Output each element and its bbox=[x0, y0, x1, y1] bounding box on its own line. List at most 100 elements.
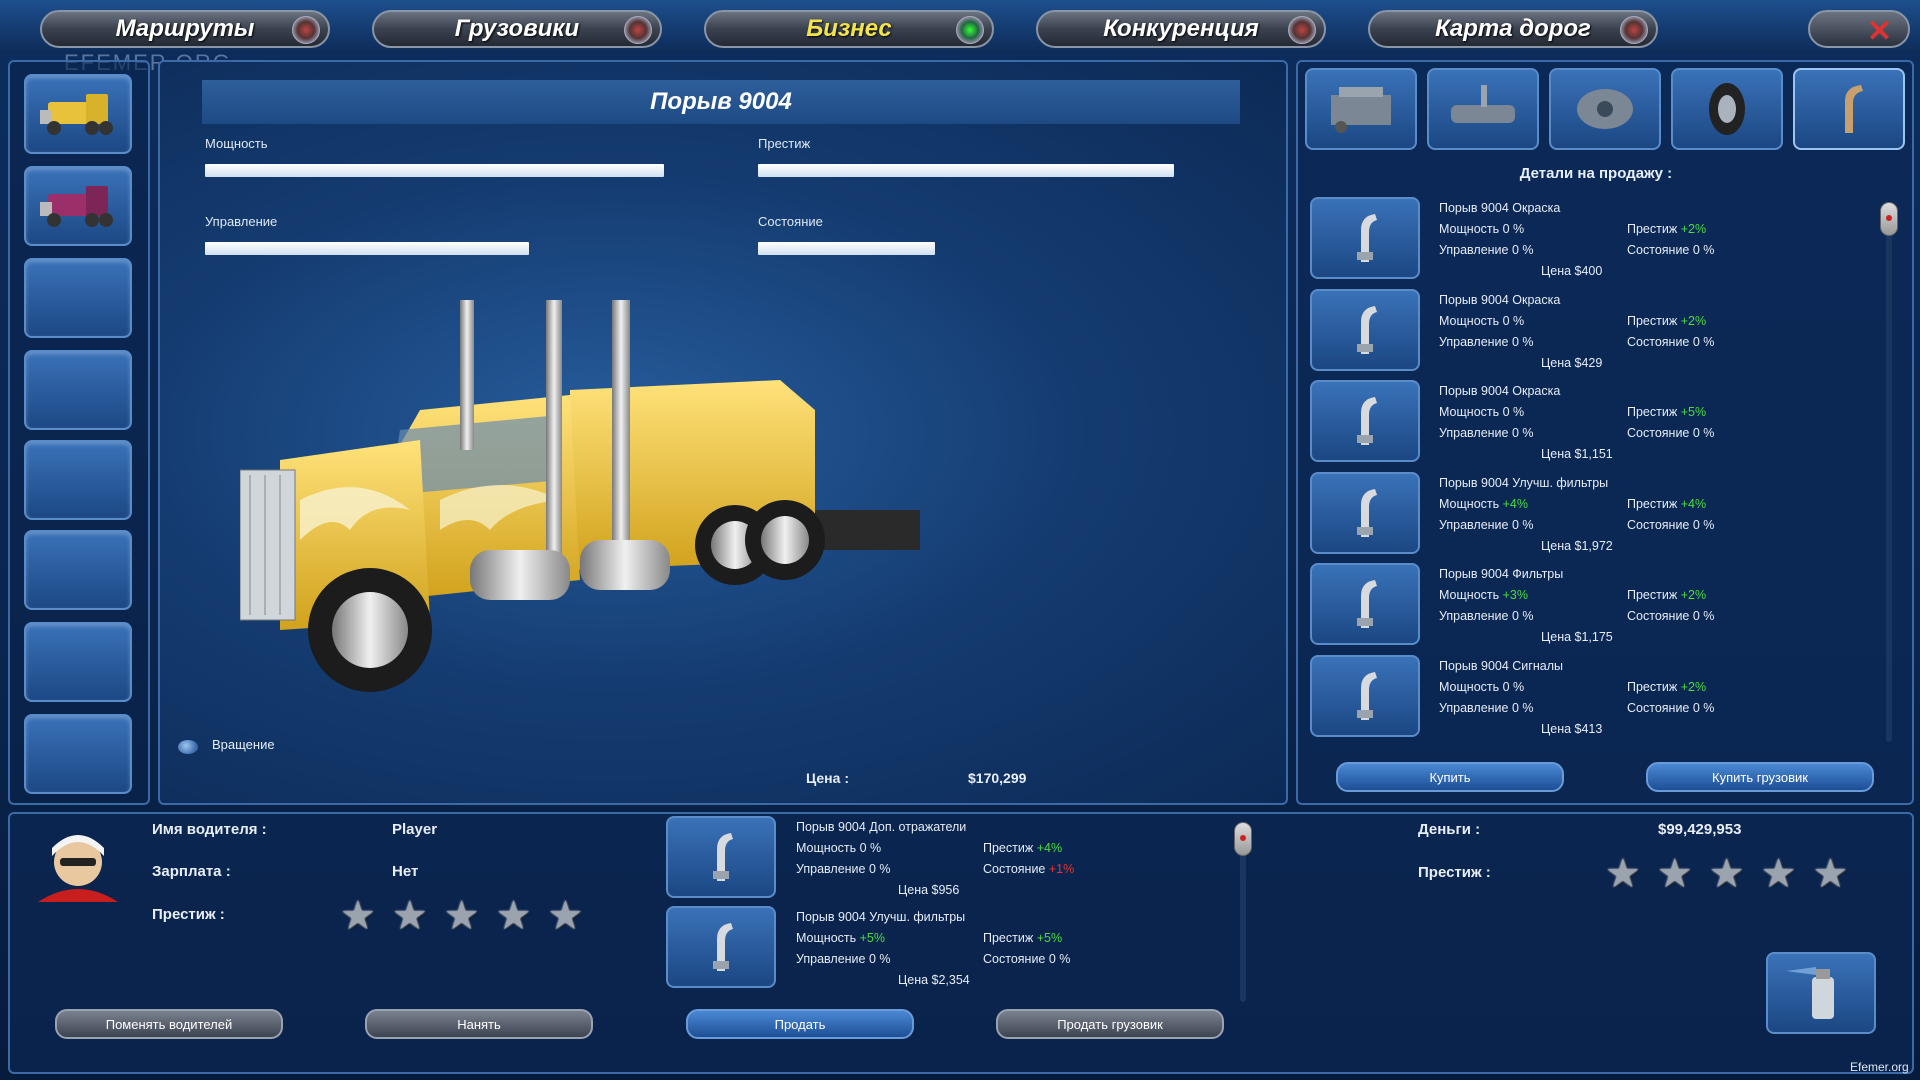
parts-scrollbar[interactable] bbox=[1886, 202, 1892, 742]
part-condition: Состояние +1% bbox=[983, 862, 1074, 876]
part-prestige: Престиж +5% bbox=[1627, 405, 1706, 419]
star-icon: ★ bbox=[1760, 852, 1797, 896]
driver-salary-label: Зарплата : bbox=[152, 863, 231, 880]
prestige-value: +2% bbox=[1680, 222, 1707, 236]
power-value: +5% bbox=[859, 931, 885, 945]
truck-slot-2[interactable] bbox=[24, 166, 132, 246]
part-control: Управление 0 % bbox=[1439, 609, 1534, 623]
stat-control-label: Управление bbox=[205, 214, 278, 229]
control-value: 0 % bbox=[1511, 517, 1534, 532]
tab-routes[interactable]: Маршруты bbox=[40, 10, 330, 48]
tab-trucks[interactable]: Грузовики bbox=[372, 10, 662, 48]
truck-slot-3[interactable] bbox=[24, 258, 132, 338]
change-drivers-button[interactable]: Поменять водителей bbox=[55, 1009, 283, 1039]
part-power: Мощность 0 % bbox=[1439, 314, 1524, 328]
exhaust-part-icon bbox=[1357, 580, 1377, 628]
category-transmission[interactable] bbox=[1427, 68, 1539, 150]
driver-avatar bbox=[38, 835, 118, 902]
part-thumbnail[interactable] bbox=[1310, 563, 1420, 645]
control-label: Управление bbox=[1439, 609, 1509, 623]
stat-power-bar bbox=[205, 164, 664, 177]
prestige-value: +5% bbox=[1680, 405, 1707, 419]
yellow-truck-icon bbox=[40, 94, 113, 135]
part-name: Порыв 9004 Окраска bbox=[1439, 292, 1561, 307]
tab-competition[interactable]: Конкуренция bbox=[1036, 10, 1326, 48]
parts-scroll-handle[interactable] bbox=[1880, 202, 1898, 236]
purple-truck-icon bbox=[40, 186, 113, 227]
part-power: Мощность 0 % bbox=[796, 841, 881, 855]
tab-business[interactable]: Бизнес bbox=[704, 10, 994, 48]
part-condition: Состояние 0 % bbox=[1627, 335, 1714, 349]
truck-slot-7[interactable] bbox=[24, 622, 132, 702]
part-prestige: Престиж +2% bbox=[1627, 314, 1706, 328]
spray-can-icon bbox=[1786, 967, 1834, 1019]
truck-3d-model[interactable] bbox=[240, 300, 1000, 770]
part-power: Мощность 0 % bbox=[1439, 680, 1524, 694]
installed-scroll-handle[interactable] bbox=[1234, 822, 1252, 856]
control-value: 0 % bbox=[868, 862, 891, 876]
power-value: +4% bbox=[1502, 496, 1528, 511]
category-tires[interactable] bbox=[1671, 68, 1783, 150]
condition-label: Состояние bbox=[1627, 609, 1690, 623]
control-label: Управление bbox=[796, 952, 866, 966]
condition-value: 0 % bbox=[1692, 700, 1715, 715]
part-control: Управление 0 % bbox=[796, 862, 891, 876]
prestige-value: +2% bbox=[1680, 313, 1707, 328]
control-label: Управление bbox=[796, 862, 866, 876]
part-name: Порыв 9004 Окраска bbox=[1439, 384, 1561, 398]
part-thumbnail[interactable] bbox=[1310, 197, 1420, 279]
engine-icon bbox=[1331, 87, 1391, 133]
status-light-icon bbox=[956, 16, 984, 44]
part-thumbnail[interactable] bbox=[1310, 654, 1420, 737]
truck-slot-8[interactable] bbox=[24, 714, 132, 794]
parts-for-sale-header: Детали на продажу : bbox=[1519, 165, 1673, 182]
exhaust-part-icon bbox=[1357, 214, 1377, 262]
exhaust-part-icon bbox=[1357, 305, 1377, 354]
part-control: Управление 0 % bbox=[1439, 518, 1534, 532]
buy-button[interactable]: Купить bbox=[1336, 762, 1564, 792]
category-exhaust[interactable] bbox=[1793, 68, 1905, 150]
tab-road-map[interactable]: Карта дорог bbox=[1368, 10, 1658, 48]
control-label: Управление bbox=[1439, 426, 1509, 440]
rotate-toggle[interactable] bbox=[178, 740, 198, 754]
power-label: Мощность bbox=[1439, 313, 1500, 328]
hire-button[interactable]: Нанять bbox=[365, 1009, 593, 1039]
truck-slot-5[interactable] bbox=[24, 440, 132, 520]
part-prestige: Престиж +5% bbox=[983, 931, 1062, 945]
sell-button[interactable]: Продать bbox=[686, 1009, 914, 1039]
company-prestige-label: Престиж : bbox=[1418, 864, 1491, 881]
star-icon: ★ bbox=[1656, 852, 1693, 896]
part-thumbnail[interactable] bbox=[666, 816, 776, 898]
part-name: Порыв 9004 Фильтры bbox=[1439, 567, 1564, 581]
paint-shop-button[interactable] bbox=[1766, 952, 1876, 1034]
part-thumbnail[interactable] bbox=[1310, 380, 1420, 462]
part-thumbnail[interactable] bbox=[666, 906, 776, 988]
close-button[interactable]: ✕ bbox=[1808, 10, 1910, 48]
category-engine[interactable] bbox=[1305, 68, 1417, 150]
condition-label: Состояние bbox=[1627, 700, 1690, 715]
part-thumbnail[interactable] bbox=[1310, 288, 1420, 371]
part-thumbnail[interactable] bbox=[1310, 471, 1420, 554]
driver-prestige-stars: ★ ★ ★ ★ ★ bbox=[340, 896, 583, 936]
truck-slot-1[interactable] bbox=[24, 74, 132, 154]
part-price: Цена $413 bbox=[1541, 721, 1603, 736]
power-value: +3% bbox=[1502, 588, 1528, 602]
prestige-label: Престиж bbox=[1627, 222, 1678, 236]
sell-truck-button[interactable]: Продать грузовик bbox=[996, 1009, 1224, 1039]
part-price: Цена $956 bbox=[898, 883, 960, 897]
truck-slot-6[interactable] bbox=[24, 530, 132, 610]
star-icon: ★ bbox=[1708, 852, 1745, 896]
part-condition: Состояние 0 % bbox=[1627, 426, 1714, 440]
truck-slot-4[interactable] bbox=[24, 350, 132, 430]
part-prestige: Престиж +2% bbox=[1627, 680, 1706, 694]
buy-truck-button[interactable]: Купить грузовик bbox=[1646, 762, 1874, 792]
condition-label: Состояние bbox=[1627, 426, 1690, 440]
status-light-icon bbox=[624, 16, 652, 44]
truck-title: Порыв 9004 bbox=[202, 80, 1240, 124]
condition-value: +1% bbox=[1048, 862, 1075, 876]
control-label: Управление bbox=[1439, 517, 1509, 532]
category-chassis[interactable] bbox=[1549, 68, 1661, 150]
part-condition: Состояние 0 % bbox=[1627, 609, 1714, 623]
company-prestige-stars: ★ ★ ★ ★ ★ bbox=[1605, 854, 1848, 894]
prestige-value: +4% bbox=[1680, 496, 1707, 511]
